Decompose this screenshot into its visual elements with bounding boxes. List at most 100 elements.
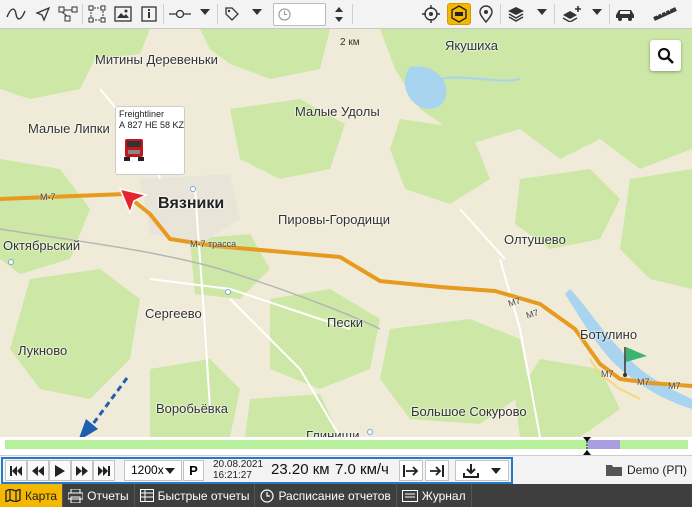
place-label: Воробьёвка — [156, 401, 228, 416]
time-input[interactable] — [273, 3, 326, 26]
place-label: Малые Липки — [28, 121, 110, 136]
place-label-city: Вязники — [158, 195, 225, 212]
select-area-icon[interactable] — [86, 3, 108, 25]
tab-label: Карта — [25, 488, 58, 503]
nodes-tool-icon[interactable] — [57, 3, 79, 25]
place-label: Ботулино — [580, 327, 638, 342]
playback-date: 20.08.2021 — [213, 459, 264, 470]
jump-to-end-button[interactable] — [425, 460, 449, 481]
layers-icon[interactable] — [505, 3, 527, 25]
ruler-icon[interactable] — [641, 3, 689, 25]
tab-report-schedule[interactable]: Расписание отчетов — [255, 484, 397, 507]
info-icon[interactable] — [138, 3, 160, 25]
timeline-cursor-icon[interactable] — [583, 437, 591, 455]
vehicle-plate: А 827 НЕ 58 KZ — [119, 120, 185, 130]
arrow-to-end-icon — [430, 464, 444, 477]
truck-icon — [124, 139, 144, 161]
fast-forward-button[interactable] — [71, 460, 93, 481]
place-label: Пески — [327, 315, 364, 330]
road-label: M-7 трасса — [190, 239, 237, 249]
place-label: Сергеево — [145, 306, 202, 321]
map-toolbar — [0, 0, 692, 29]
skip-to-end-button[interactable] — [93, 460, 115, 481]
rewind-button[interactable] — [27, 460, 49, 481]
tab-quick-reports[interactable]: Быстрые отчеты — [135, 484, 256, 507]
tab-reports[interactable]: Отчеты — [63, 484, 135, 507]
add-layer-icon[interactable] — [560, 3, 584, 25]
tab-journal[interactable]: Журнал — [397, 484, 472, 507]
road-label: M7 — [601, 369, 614, 379]
skip-start-icon — [10, 465, 22, 476]
p-button[interactable]: P — [183, 460, 204, 481]
tag-icon[interactable] — [221, 3, 243, 25]
rewind-icon — [32, 465, 44, 476]
tab-label: Расписание отчетов — [278, 488, 391, 503]
playback-datetime: 20.08.2021 16:21:27 — [213, 459, 263, 481]
map-icon — [5, 489, 21, 502]
timeline-selection[interactable] — [588, 440, 620, 449]
bottom-tab-bar: Карта Отчеты Быстрые отчеты Расписание о… — [0, 484, 692, 507]
road-label: M7 — [668, 381, 681, 391]
point-line-icon[interactable] — [166, 3, 194, 25]
arrow-to-line-icon — [403, 464, 419, 477]
point-line-dropdown-icon[interactable] — [200, 9, 210, 15]
layers-dropdown-icon[interactable] — [537, 9, 547, 15]
fast-forward-icon — [76, 465, 88, 476]
table-icon — [139, 489, 154, 502]
place-label: Лукново — [18, 343, 68, 358]
playback-time: 16:21:27 — [213, 470, 252, 481]
place-label: Октябрьский — [3, 238, 81, 253]
download-icon — [463, 463, 479, 478]
road-label: M7 — [637, 377, 650, 387]
scale-label: 2 км — [340, 37, 360, 48]
place-label: Пировы-Городищи — [278, 212, 391, 227]
road-label: M-7 — [40, 192, 56, 202]
playback-speed-value: 1200x — [131, 463, 164, 477]
speed-value: 7.0 км/ч — [335, 461, 389, 478]
chevron-down-icon — [165, 468, 175, 474]
image-icon[interactable] — [112, 3, 134, 25]
playback-bar: 1200x P 20.08.2021 16:21:27 23.20 км 7.0… — [0, 455, 692, 484]
account-name: Demo (РП) — [627, 463, 687, 477]
forest-areas — [0, 29, 692, 437]
place-label: Якушиха — [445, 38, 498, 53]
add-layer-dropdown-icon[interactable] — [592, 9, 602, 15]
map-search-button[interactable] — [650, 40, 681, 71]
vehicle-focus-icon[interactable] — [447, 3, 471, 25]
journal-icon — [401, 489, 418, 502]
tab-label: Отчеты — [87, 488, 129, 503]
car-icon[interactable] — [613, 3, 637, 25]
location-pin-icon[interactable] — [475, 3, 497, 25]
skip-to-start-button[interactable] — [5, 460, 27, 481]
timeline-bar[interactable] — [0, 437, 692, 455]
place-label: Большое Сокурово — [411, 404, 527, 419]
tab-label: Быстрые отчеты — [157, 488, 250, 503]
search-icon — [657, 47, 674, 64]
account-indicator[interactable]: Demo (РП) — [606, 463, 687, 477]
distance-value: 23.20 км — [271, 461, 330, 478]
tag-dropdown-icon[interactable] — [252, 9, 262, 15]
chevron-down-icon — [491, 467, 501, 474]
place-label: Олтушево — [504, 232, 566, 247]
play-button[interactable] — [49, 460, 71, 481]
map-view[interactable]: 2 км Якушиха Митины Деревеньки Малые Удо… — [0, 29, 692, 437]
clock-icon — [260, 488, 275, 503]
folder-icon — [606, 465, 622, 476]
time-spinner[interactable] — [330, 3, 348, 26]
step-forward-button[interactable] — [399, 460, 423, 481]
tab-label: Журнал — [421, 488, 466, 503]
place-label: Малые Удолы — [295, 104, 380, 119]
playback-speed-select[interactable]: 1200x — [124, 460, 182, 481]
skip-end-icon — [98, 465, 110, 476]
vehicle-tooltip[interactable]: Freightliner А 827 НЕ 58 KZ — [115, 106, 185, 175]
crosshair-icon[interactable] — [420, 3, 442, 25]
play-icon — [55, 464, 65, 477]
download-button[interactable] — [455, 460, 509, 481]
tab-map[interactable]: Карта — [0, 484, 64, 507]
arrow-tool-icon[interactable] — [32, 3, 54, 25]
print-icon — [68, 488, 84, 503]
place-label: Глинищи — [306, 428, 360, 437]
curve-tool-icon[interactable] — [4, 3, 28, 25]
clock-icon — [278, 8, 291, 21]
map-base — [0, 29, 692, 437]
